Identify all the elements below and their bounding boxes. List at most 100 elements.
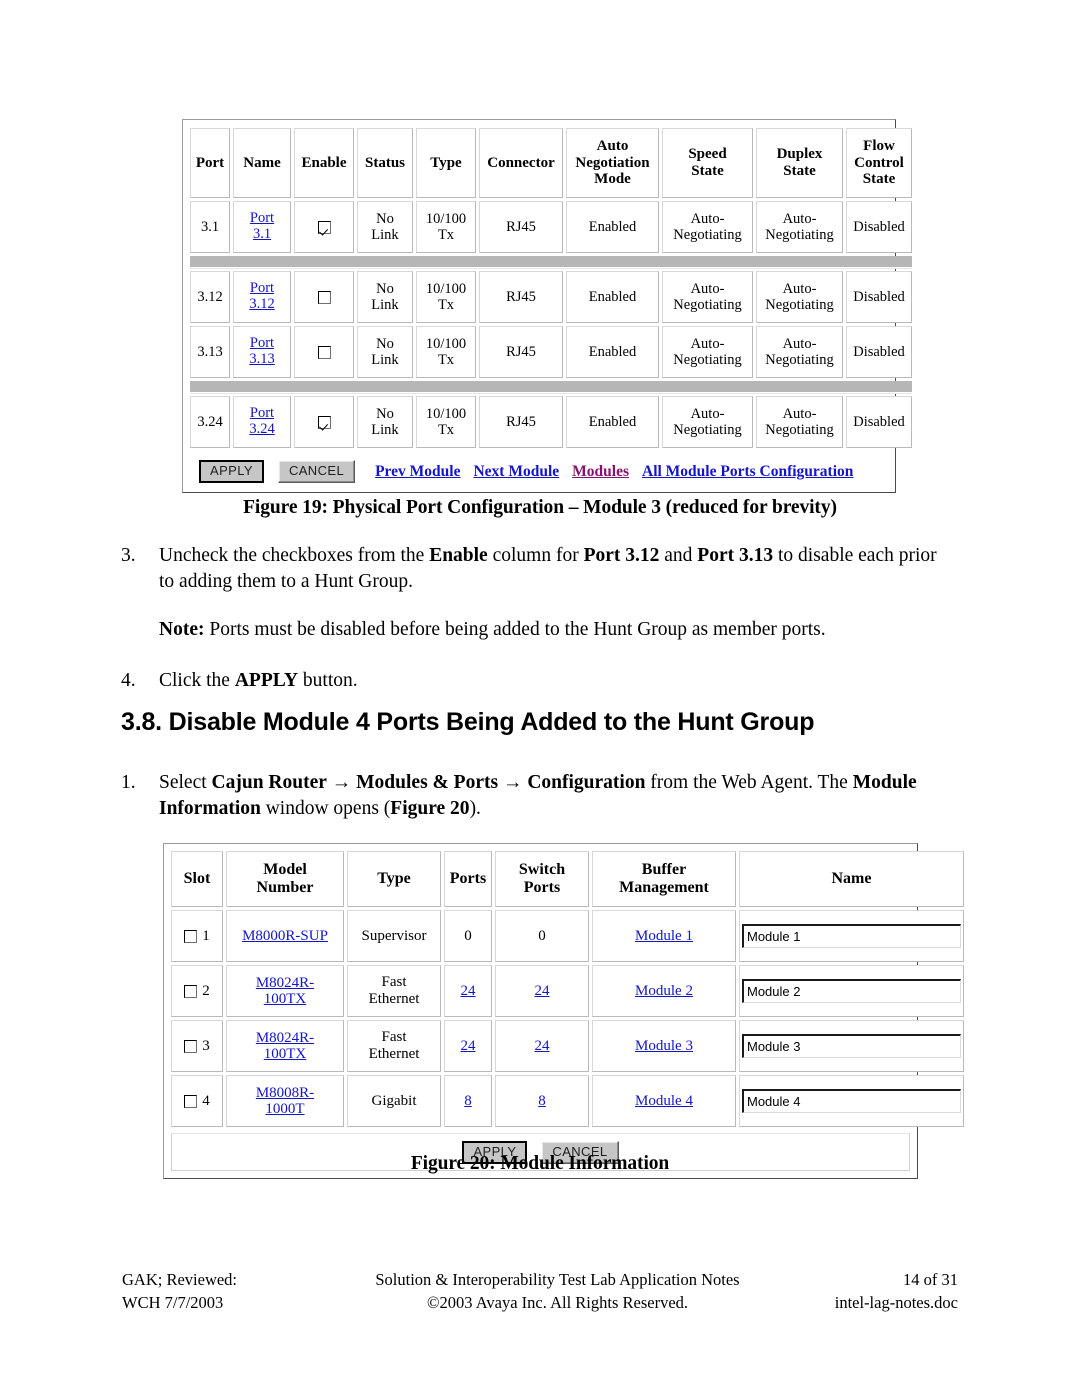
cell-type: Gigabit (347, 1075, 441, 1127)
buffer-management-link[interactable]: Module 3 (635, 1038, 693, 1054)
cell-switch-ports: 24 (495, 965, 589, 1017)
cell-port: 3.24 (190, 396, 230, 448)
cell-name: Port 3.13 (233, 326, 291, 378)
omitted-rows-separator (190, 381, 912, 393)
enable-checkbox[interactable] (317, 291, 331, 305)
cell-flow-control-state: Disabled (846, 326, 912, 378)
arrow-right-icon: → (502, 772, 523, 793)
cell-type: Fast Ethernet (347, 965, 441, 1017)
switch-ports-link[interactable]: 8 (538, 1093, 546, 1109)
cell-name: Port 3.12 (233, 271, 291, 323)
cell-slot: 4 (171, 1075, 223, 1127)
cell-flow-control-state: Disabled (846, 396, 912, 448)
module-name-input[interactable] (742, 924, 961, 948)
step-1-number: 1. (121, 772, 136, 793)
ports-link[interactable]: 8 (464, 1093, 472, 1109)
port-name-link[interactable]: Port 3.13 (235, 336, 289, 367)
step-3: 3. Uncheck the checkboxes from the Enabl… (121, 543, 951, 595)
module-name-input[interactable] (742, 1034, 961, 1058)
port-name-link[interactable]: Port 3.24 (235, 406, 289, 437)
enable-checkbox[interactable] (317, 221, 331, 235)
slot-checkbox[interactable] (184, 984, 198, 998)
cell-type: 10/100 Tx (416, 201, 476, 253)
footer-title: Solution & Interoperability Test Lab App… (375, 1270, 740, 1289)
cell-buffer-management: Module 4 (592, 1075, 736, 1127)
cell-auto-negotiation-mode: Enabled (566, 326, 659, 378)
switch-ports-link[interactable]: 24 (535, 983, 550, 999)
cell-status: No Link (357, 326, 413, 378)
cell-auto-negotiation-mode: Enabled (566, 271, 659, 323)
footer-page-number: 14 of 31 (903, 1270, 958, 1289)
figure-19-caption: Figure 19: Physical Port Configuration –… (243, 497, 837, 518)
col-ports: Ports (444, 851, 492, 907)
enable-checkbox[interactable] (317, 416, 331, 430)
cell-connector: RJ45 (479, 326, 563, 378)
switch-ports-link[interactable]: 24 (535, 1038, 550, 1054)
step-1-text: Select Cajun Router → Modules & Ports → … (159, 772, 917, 819)
all-module-ports-configuration-link[interactable]: All Module Ports Configuration (642, 463, 853, 480)
cell-speed-state: Auto- Negotiating (662, 326, 753, 378)
col-name: Name (739, 851, 964, 907)
model-number-link[interactable]: M8008R- 1000T (229, 1085, 341, 1117)
cell-type: 10/100 Tx (416, 271, 476, 323)
cell-enable (294, 201, 354, 253)
enable-checkbox[interactable] (317, 346, 331, 360)
cell-connector: RJ45 (479, 396, 563, 448)
apply-button[interactable]: APPLY (199, 460, 264, 484)
buffer-management-link[interactable]: Module 2 (635, 983, 693, 999)
model-number-link[interactable]: M8000R-SUP (242, 928, 328, 944)
note-block: Note: Ports must be disabled before bein… (121, 617, 951, 643)
module-name-input[interactable] (742, 1089, 961, 1113)
cell-duplex-state: Auto- Negotiating (756, 201, 843, 253)
cell-duplex-state: Auto- Negotiating (756, 326, 843, 378)
col-switch-ports: Switch Ports (495, 851, 589, 907)
col-type: Type (347, 851, 441, 907)
omitted-rows-separator (190, 256, 912, 268)
model-number-link[interactable]: M8024R- 100TX (229, 975, 341, 1007)
cell-slot: 1 (171, 910, 223, 962)
buffer-management-link[interactable]: Module 4 (635, 1093, 693, 1109)
cell-type: Fast Ethernet (347, 1020, 441, 1072)
port-name-link[interactable]: Port 3.1 (235, 211, 289, 242)
cell-port: 3.13 (190, 326, 230, 378)
cell-auto-negotiation-mode: Enabled (566, 396, 659, 448)
next-module-link[interactable]: Next Module (473, 463, 559, 480)
cell-status: No Link (357, 396, 413, 448)
model-number-link[interactable]: M8024R- 100TX (229, 1030, 341, 1062)
module-name-input[interactable] (742, 979, 961, 1003)
physical-port-configuration-panel: Port Name Enable Status Type Connector A… (182, 119, 912, 494)
col-name: Name (233, 128, 291, 198)
cell-ports: 8 (444, 1075, 492, 1127)
cell-speed-state: Auto- Negotiating (662, 271, 753, 323)
slot-checkbox[interactable] (184, 929, 198, 943)
ports-link[interactable]: 24 (461, 983, 476, 999)
prev-module-link[interactable]: Prev Module (375, 463, 460, 480)
cancel-button[interactable]: CANCEL (277, 460, 356, 484)
col-buffer-management: Buffer Management (592, 851, 736, 907)
cell-auto-negotiation-mode: Enabled (566, 201, 659, 253)
cell-ports: 0 (444, 910, 492, 962)
modules-link[interactable]: Modules (572, 463, 629, 480)
table-row: 3.12 Port 3.12 No Link 10/100 Tx RJ45 Enabl… (190, 271, 912, 323)
physical-port-configuration-table: Port Name Enable Status Type Connector A… (187, 125, 915, 451)
cell-connector: RJ45 (479, 201, 563, 253)
ports-link[interactable]: 24 (461, 1038, 476, 1054)
cell-model-number: M8008R- 1000T (226, 1075, 344, 1127)
table-row: 1 M8000R-SUP Supervisor 0 0 Module 1 (171, 910, 964, 962)
page-footer: GAK; Reviewed: Solution & Interoperabili… (0, 1268, 1080, 1315)
table-row: 3.1 Port 3.1 No Link 10/100 Tx RJ45 Enabled… (190, 201, 912, 253)
cell-ports: 24 (444, 965, 492, 1017)
col-port: Port (190, 128, 230, 198)
buffer-management-link[interactable]: Module 1 (635, 928, 693, 944)
cell-name: Port 3.1 (233, 201, 291, 253)
module-information-panel: Slot Model Number Type Ports Switch Ports … (163, 843, 964, 1180)
cell-switch-ports: 8 (495, 1075, 589, 1127)
document-page: Port Name Enable Status Type Connector A… (0, 0, 1080, 1397)
table-row: 4 M8008R- 1000T Gigabit 8 8 Module 4 (171, 1075, 964, 1127)
cell-name (739, 910, 964, 962)
col-connector: Connector (479, 128, 563, 198)
port-name-link[interactable]: Port 3.12 (235, 281, 289, 312)
slot-checkbox[interactable] (184, 1094, 198, 1108)
table-row: 3 M8024R- 100TX Fast Ethernet 24 24 Module… (171, 1020, 964, 1072)
slot-checkbox[interactable] (184, 1039, 198, 1053)
